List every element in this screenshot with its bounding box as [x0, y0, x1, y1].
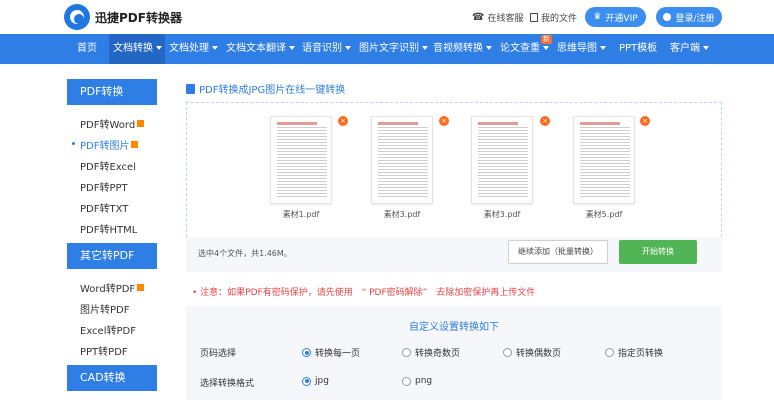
chevron-down-icon — [703, 46, 709, 50]
vip-button[interactable]: ♛ 开通VIP — [585, 7, 646, 27]
chevron-down-icon — [212, 46, 218, 50]
chevron-down-icon — [345, 46, 351, 50]
radio-icon — [402, 348, 411, 357]
radio-icon — [503, 348, 512, 357]
active-dot-icon — [72, 142, 75, 145]
radio-even-pages[interactable]: 转换偶数页 — [503, 346, 561, 359]
file-name: 素材1.pdf — [282, 210, 320, 219]
password-notice: • 注意：如果PDF有密码保护，请先使用 “ PDF密码解除” 去除加密保护再上… — [192, 288, 536, 298]
new-badge: 新 — [541, 35, 552, 44]
top-header: 迅捷PDF转换器 ☎ 在线客服 我的文件 ♛ 开通VIP 登录/注册 — [0, 0, 774, 34]
radio-jpg[interactable]: jpg — [302, 376, 329, 386]
chevron-down-icon — [156, 46, 162, 50]
sidebar-head-pdf-convert[interactable]: PDF转换 — [67, 79, 157, 105]
pdf-unlock-link[interactable]: “ PDF密码解除” — [362, 288, 428, 298]
nav-item-ocr[interactable]: 图片文字识别 — [359, 34, 429, 64]
radio-every-page[interactable]: 转换每一页 — [302, 346, 360, 359]
nav-item-doc-process[interactable]: 文档处理 — [169, 34, 225, 64]
start-convert-button[interactable]: 开始转换 — [619, 240, 697, 264]
sidebar-item-pdf-image[interactable]: PDF转图片 — [80, 137, 139, 152]
remove-file-icon[interactable]: × — [640, 116, 650, 126]
document-icon — [186, 83, 195, 94]
chevron-down-icon — [543, 46, 549, 50]
radio-selected-icon — [302, 376, 311, 386]
radio-png[interactable]: png — [402, 376, 432, 386]
nav-item-home[interactable]: 首页 — [67, 34, 109, 64]
file-thumbnail[interactable] — [573, 116, 635, 204]
sidebar-head-to-pdf[interactable]: 其它转PDF — [67, 243, 157, 269]
headset-icon: ☎ — [472, 12, 485, 23]
format-select-label: 选择转换格式 — [200, 379, 255, 389]
sidebar-item-pdf-txt[interactable]: PDF转TXT — [80, 200, 128, 215]
crown-icon: ♛ — [593, 12, 602, 22]
chevron-down-icon — [289, 46, 295, 50]
sidebar-item-pdf-excel[interactable]: PDF转Excel — [80, 158, 136, 173]
sidebar-item-excel-pdf[interactable]: Excel转PDF — [80, 322, 136, 337]
remove-file-icon[interactable]: × — [338, 116, 348, 126]
nav-item-ppt[interactable]: PPT模板 — [619, 34, 663, 64]
file-thumbnail[interactable] — [471, 116, 533, 204]
hot-icon — [137, 120, 145, 127]
radio-selected-icon — [302, 348, 311, 357]
sidebar-item-pdf-ppt[interactable]: PDF转PPT — [80, 179, 128, 194]
file-thumbnail[interactable] — [270, 116, 332, 204]
file-name: 素材3.pdf — [483, 210, 521, 219]
page-select-label: 页码选择 — [200, 349, 237, 359]
sidebar-item-image-pdf[interactable]: 图片转PDF — [80, 301, 129, 316]
radio-odd-pages[interactable]: 转换奇数页 — [402, 346, 460, 359]
file-name: 素材5.pdf — [585, 210, 623, 219]
nav-item-client[interactable]: 客户端 — [670, 34, 712, 64]
nav-item-mindmap[interactable]: 思维导图 — [557, 34, 609, 64]
settings-title: 自定义设置转换如下 — [409, 322, 499, 333]
sidebar-item-ppt-pdf[interactable]: PPT转PDF — [80, 343, 128, 358]
hot-icon — [137, 284, 145, 291]
sidebar-head-cad[interactable]: CAD转换 — [67, 365, 157, 391]
hot-icon — [131, 141, 139, 148]
file-icon — [530, 13, 538, 22]
nav-item-doc-convert[interactable]: 文档转换 — [109, 34, 165, 64]
remove-file-icon[interactable]: × — [439, 116, 449, 126]
file-thumbnail[interactable] — [371, 116, 433, 204]
chevron-down-icon — [486, 46, 492, 50]
sidebar-item-word-pdf[interactable]: Word转PDF — [80, 280, 145, 295]
brand-name[interactable]: 迅捷PDF转换器 — [95, 9, 182, 26]
main-nav: 首页 文档转换 文档处理 文档文本翻译 语音识别 图片文字识别 音视频转换 论文… — [0, 34, 774, 64]
file-name: 素材3.pdf — [383, 210, 421, 219]
sidebar-item-pdf-word[interactable]: PDF转Word — [80, 116, 145, 131]
logo-icon[interactable] — [64, 4, 90, 30]
add-more-button[interactable]: 继续添加（批量转换） — [508, 240, 608, 264]
nav-item-av[interactable]: 音视频转换 — [433, 34, 492, 64]
radio-icon — [605, 348, 614, 357]
online-service-link[interactable]: ☎ 在线客服 — [472, 11, 523, 24]
my-files-link[interactable]: 我的文件 — [530, 11, 577, 24]
chevron-down-icon — [600, 46, 606, 50]
sidebar-item-pdf-html[interactable]: PDF转HTML — [80, 221, 137, 236]
user-icon — [663, 13, 672, 21]
nav-item-translate[interactable]: 文档文本翻译 — [226, 34, 298, 64]
nav-item-speech[interactable]: 语音识别 — [302, 34, 356, 64]
radio-icon — [402, 376, 411, 386]
remove-file-icon[interactable]: × — [540, 116, 550, 126]
radio-specific-pages[interactable]: 指定页转换 — [605, 346, 663, 359]
login-button[interactable]: 登录/注册 — [656, 7, 722, 27]
page-title: PDF转换成JPG图片在线一键转换 — [186, 81, 345, 96]
selection-status: 选中4个文件，共1.46M。 — [198, 249, 292, 258]
chevron-down-icon — [422, 46, 428, 50]
